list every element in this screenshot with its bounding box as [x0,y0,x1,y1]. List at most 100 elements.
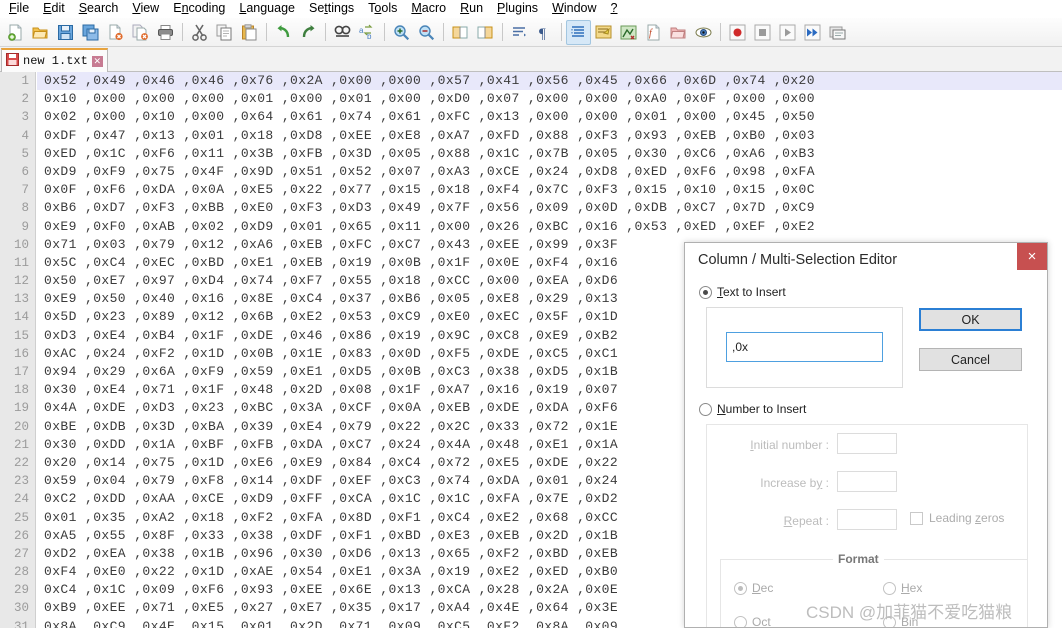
repeat-input[interactable] [837,509,897,530]
menu-item-file[interactable]: File [2,0,36,18]
code-line[interactable]: 0xDF ,0x47 ,0x13 ,0x01 ,0x18 ,0xD8 ,0xEE… [37,127,1062,145]
close-file-icon[interactable] [103,20,128,45]
line-number: 28 [13,565,29,580]
line-number: 27 [13,546,29,561]
save-icon[interactable] [53,20,78,45]
record-macro-icon[interactable] [725,20,750,45]
save-macro-icon[interactable] [825,20,850,45]
line-number: 12 [13,274,29,289]
stop-recording-icon[interactable] [750,20,775,45]
sync-horizontal-scroll-icon[interactable] [473,20,498,45]
radio-format-dec[interactable]: Dec [734,581,773,595]
initial-number-input[interactable] [837,433,897,454]
increase-by-input[interactable] [837,471,897,492]
line-number: 16 [13,346,29,361]
cancel-button[interactable]: Cancel [919,348,1022,371]
menu-item-window[interactable]: Window [545,0,603,18]
code-line-text: 0x10 ,0x00 ,0x00 ,0x00 ,0x01 ,0x00 ,0x01… [44,91,815,107]
radio-indicator [699,402,712,416]
menu-item-tools[interactable]: Tools [361,0,404,18]
play-macro-icon[interactable] [775,20,800,45]
line-number: 5 [21,146,29,161]
menu-item-encoding[interactable]: Encoding [166,0,232,18]
toolbar-separator [182,23,183,41]
show-document-map-icon[interactable] [616,20,641,45]
line-number: 3 [21,110,29,125]
code-line[interactable]: 0x0F ,0xF6 ,0xDA ,0x0A ,0xE5 ,0x22 ,0x77… [37,181,1062,199]
word-wrap-icon[interactable] [507,20,532,45]
radio-format-bin[interactable]: Bin [883,615,918,627]
menu-item-help[interactable]: ? [604,0,625,18]
tab-label: new 1.txt [23,54,88,68]
menu-item-macro[interactable]: Macro [404,0,453,18]
toolbar-separator [720,23,721,41]
tab-new-1-txt[interactable]: new 1.txt ✕ [1,48,108,72]
monitoring-icon[interactable] [691,20,716,45]
code-line-text: 0x02 ,0x00 ,0x10 ,0x00 ,0x64 ,0x61 ,0x74… [44,109,815,125]
show-all-characters-icon[interactable]: ¶ [532,20,557,45]
line-number: 30 [13,601,29,616]
radio-format-oct-label: Oct [752,615,771,628]
radio-format-dec-label: Dec [752,581,774,595]
open-file-icon[interactable] [28,20,53,45]
leading-zeros-checkbox[interactable]: Leading zeros [910,511,1004,525]
radio-indicator [734,615,747,627]
save-all-icon[interactable] [78,20,103,45]
line-number: 21 [13,437,29,452]
copy-icon[interactable] [212,20,237,45]
menu-item-edit[interactable]: Edit [36,0,72,18]
ok-button[interactable]: OK [919,308,1022,331]
radio-indicator [734,581,747,595]
menu-item-run[interactable]: Run [453,0,490,18]
function-list-icon[interactable]: f [641,20,666,45]
indent-guide-icon[interactable] [566,19,591,45]
redo-icon[interactable] [296,20,321,45]
line-number: 11 [13,255,29,270]
radio-number-to-insert[interactable]: Number to Insert [699,402,806,416]
line-number: 19 [13,401,29,416]
line-number: 13 [13,292,29,307]
paste-icon[interactable] [237,20,262,45]
toolbar-separator [384,23,385,41]
code-line[interactable]: 0xE9 ,0xF0 ,0xAB ,0x02 ,0xD9 ,0x01 ,0x65… [37,218,1062,236]
text-to-insert-input[interactable] [726,332,883,362]
undo-icon[interactable] [271,20,296,45]
code-line[interactable]: 0xED ,0x1C ,0xF6 ,0x11 ,0x3B ,0xFB ,0x3D… [37,145,1062,163]
line-number: 20 [13,419,29,434]
radio-format-hex[interactable]: Hex [883,581,922,595]
code-line[interactable]: 0x02 ,0x00 ,0x10 ,0x00 ,0x64 ,0x61 ,0x74… [37,108,1062,126]
cut-icon[interactable] [187,20,212,45]
code-line[interactable]: 0x52 ,0x49 ,0x46 ,0x46 ,0x76 ,0x2A ,0x00… [37,72,1062,91]
saved-file-icon [6,52,19,70]
code-line[interactable]: 0x10 ,0x00 ,0x00 ,0x00 ,0x01 ,0x00 ,0x01… [37,90,1062,108]
line-number: 1 [21,74,29,88]
menu-item-search[interactable]: Search [72,0,126,18]
print-icon[interactable] [153,20,178,45]
user-defined-dialog-icon[interactable] [591,20,616,45]
line-number: 14 [13,310,29,325]
code-line[interactable]: 0xD9 ,0xF9 ,0x75 ,0x4F ,0x9D ,0x51 ,0x52… [37,163,1062,181]
menu-item-plugins[interactable]: Plugins [490,0,545,18]
sync-vertical-scroll-icon[interactable] [448,20,473,45]
menu-item-view[interactable]: View [125,0,166,18]
menu-item-settings[interactable]: Settings [302,0,361,18]
find-icon[interactable] [330,20,355,45]
menu-item-language[interactable]: Language [232,0,302,18]
format-group-title: Format [833,552,884,566]
line-number: 4 [21,128,29,143]
close-all-icon[interactable] [128,20,153,45]
line-number: 6 [21,164,29,179]
line-number-gutter: 1 2 3 4 5 6 7 8 9 10 11 12 13 14 15 16 17 18 19 20 21 22 23 24 2… [0,72,36,628]
close-icon[interactable]: × [1017,243,1047,270]
zoom-out-icon[interactable] [414,20,439,45]
tab-close-icon[interactable]: ✕ [91,55,103,67]
radio-text-to-insert[interactable]: Text to Insert [699,285,786,299]
new-file-icon[interactable] [3,20,28,45]
replace-icon[interactable]: ab [355,20,380,45]
code-line[interactable]: 0xB6 ,0xD7 ,0xF3 ,0xBB ,0xE0 ,0xF3 ,0xD3… [37,199,1062,217]
radio-format-oct[interactable]: Oct [734,615,771,628]
zoom-in-icon[interactable] [389,20,414,45]
menu-bar: File Edit Search View Encoding Language … [0,0,1062,18]
run-macro-multiple-icon[interactable] [800,20,825,45]
folder-as-workspace-icon[interactable] [666,20,691,45]
